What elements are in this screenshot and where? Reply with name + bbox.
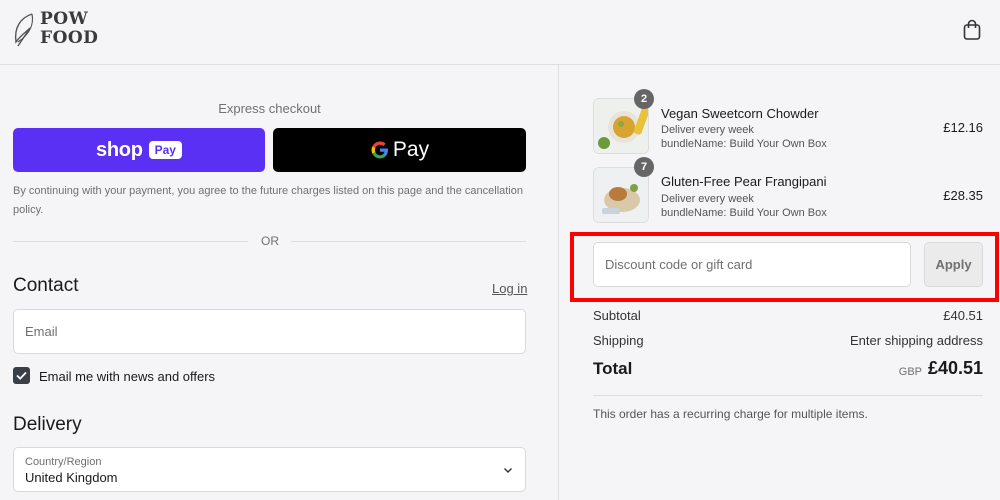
chevron-down-icon (504, 468, 512, 473)
express-checkout-title: Express checkout (218, 101, 321, 116)
express-checkout-disclaimer: By continuing with your payment, you agr… (13, 185, 523, 216)
delivery-heading: Delivery (13, 414, 82, 435)
logo-text: POW FOOD (40, 10, 98, 48)
checkmark-icon (16, 371, 27, 380)
email-input[interactable]: Email (13, 309, 526, 354)
google-g-icon (371, 141, 388, 159)
leaf-icon (14, 13, 34, 47)
log-in-link[interactable]: Log in (492, 281, 527, 296)
recurring-charge-note: This order has a recurring charge for mu… (593, 407, 868, 421)
total-value: £40.51 (927, 358, 983, 378)
shipping-label: Shipping (593, 333, 644, 348)
total-label: Total (593, 359, 633, 378)
item-frequency: Deliver every week (661, 193, 754, 205)
shop-pay-button[interactable]: shop Pay (13, 128, 265, 172)
subtotal-label: Subtotal (593, 308, 641, 323)
item-name: Vegan Sweetcorn Chowder (661, 106, 819, 121)
newsletter-checkbox[interactable] (13, 367, 30, 384)
shopping-bag-icon[interactable] (962, 19, 982, 41)
item-bundle: bundleName: Build Your Own Box (661, 207, 827, 219)
country-select-value: United Kingdom (25, 470, 118, 485)
item-name: Gluten-Free Pear Frangipani (661, 174, 827, 189)
discount-code-input[interactable]: Discount code or gift card (593, 242, 911, 287)
shipping-value: Enter shipping address (850, 333, 983, 348)
item-price: £28.35 (943, 188, 983, 203)
logo[interactable]: POW FOOD (12, 10, 98, 50)
logo-line-2: FOOD (40, 28, 99, 48)
order-summary-column: 2 Vegan Sweetcorn Chowder Deliver every … (560, 65, 1000, 500)
or-divider-text: OR (261, 234, 279, 248)
item-bundle: bundleName: Build Your Own Box (661, 138, 827, 150)
item-frequency: Deliver every week (661, 124, 754, 136)
quantity-badge: 2 (634, 89, 654, 109)
newsletter-label: Email me with news and offers (39, 369, 216, 384)
google-pay-button[interactable]: Pay (273, 128, 526, 172)
google-pay-wordmark: Pay (392, 138, 430, 161)
or-divider-left (13, 241, 248, 242)
quantity-badge: 7 (634, 157, 654, 177)
apply-discount-button[interactable]: Apply (924, 242, 983, 287)
or-divider-right (291, 241, 526, 242)
checkout-form-column: Express checkout shop Pay Pay By continu… (0, 65, 559, 500)
item-price: £12.16 (943, 120, 983, 135)
shop-pay-badge: Pay (148, 141, 182, 159)
shop-pay-wordmark: shop (96, 138, 143, 161)
contact-heading: Contact (13, 275, 79, 296)
logo-line-1: POW (40, 9, 89, 29)
summary-divider (593, 395, 983, 396)
header: POW FOOD (0, 0, 1000, 65)
country-select-label: Country/Region (25, 456, 102, 468)
total-currency: GBP (898, 366, 922, 378)
subtotal-value: £40.51 (943, 308, 983, 323)
country-select[interactable]: Country/Region United Kingdom (13, 447, 526, 492)
